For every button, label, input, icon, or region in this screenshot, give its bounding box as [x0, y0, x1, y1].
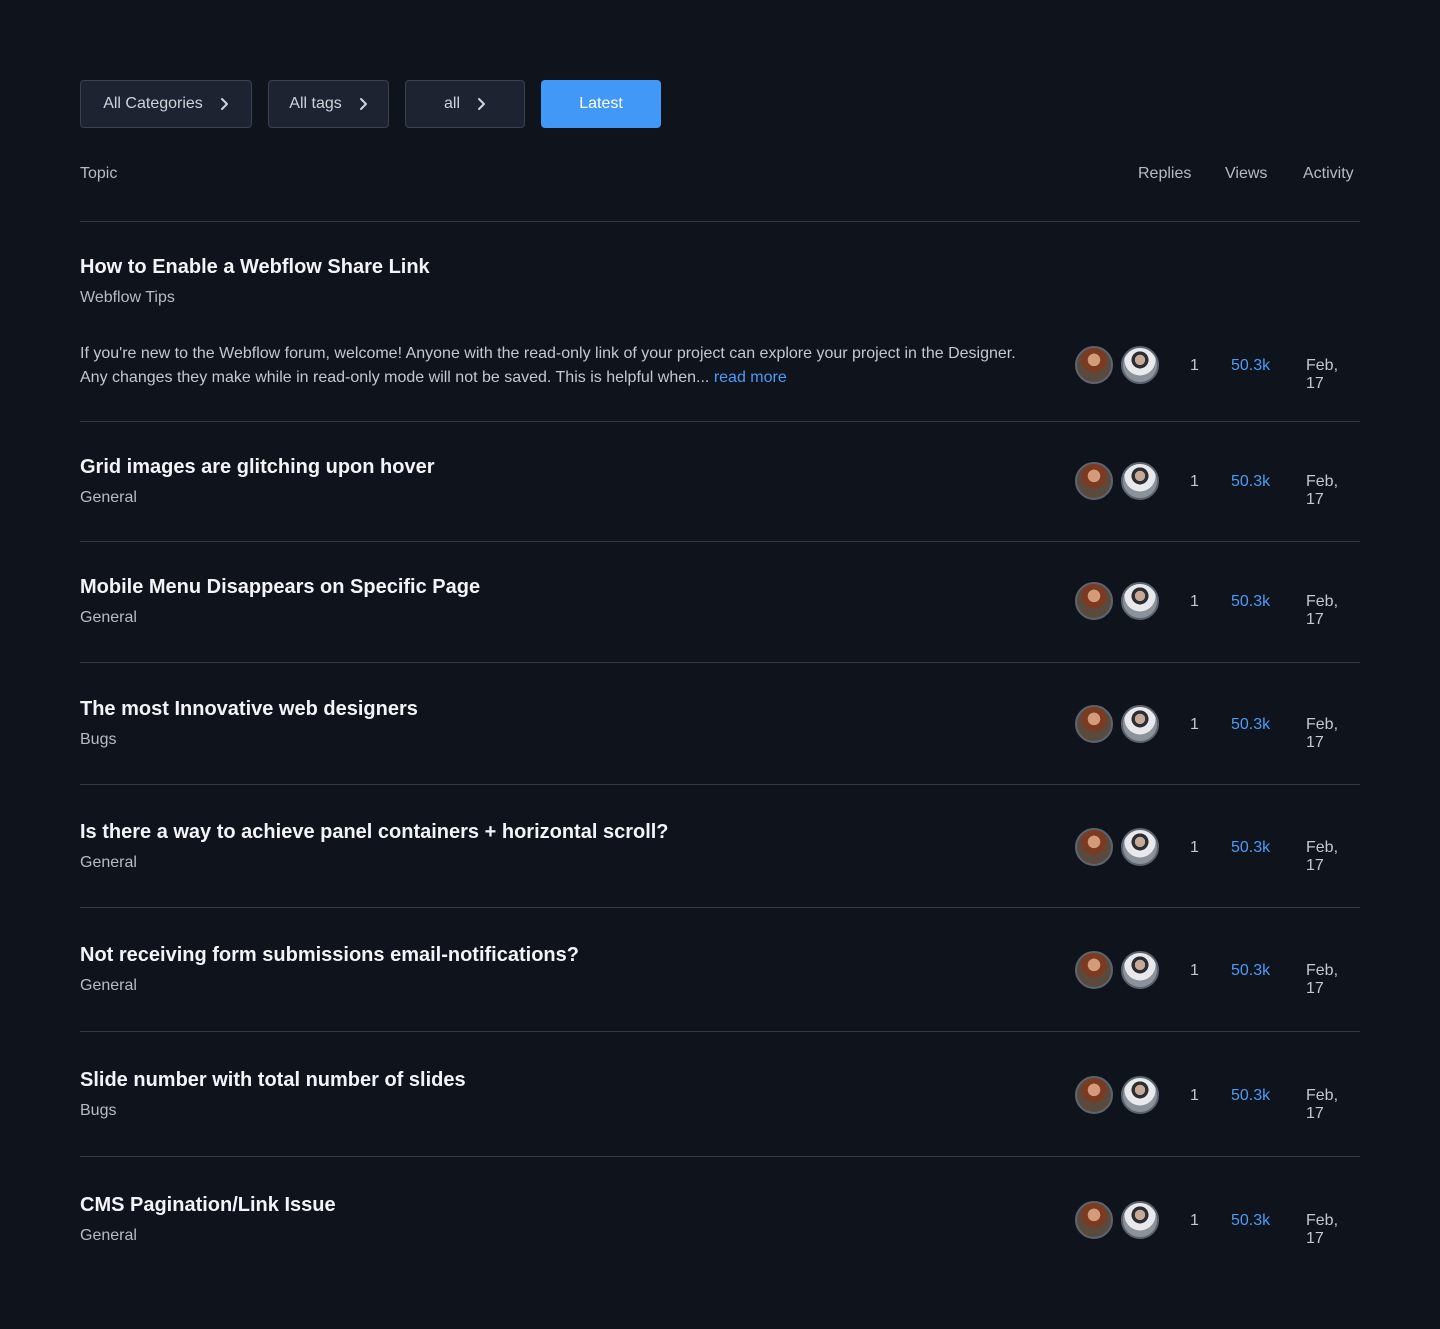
table-row[interactable]: Slide number with total number of slides… — [80, 1032, 1360, 1157]
replies-count: 1 — [1190, 962, 1199, 979]
table-row[interactable]: Not receiving form submissions email-not… — [80, 908, 1360, 1032]
participants — [1075, 462, 1159, 500]
header-activity[interactable]: Activity — [1303, 165, 1354, 183]
replies-count: 1 — [1190, 357, 1199, 374]
read-more-link[interactable]: read more — [714, 369, 787, 386]
replies-count: 1 — [1190, 1212, 1199, 1229]
topic-category[interactable]: General — [80, 1227, 137, 1245]
activity-date: Feb, 17 — [1306, 1212, 1339, 1247]
views-count: 50.3k — [1231, 962, 1271, 979]
topic-title[interactable]: Slide number with total number of slides — [80, 1069, 466, 1092]
avatar[interactable] — [1075, 462, 1113, 500]
latest-button[interactable]: Latest — [541, 80, 661, 128]
participants — [1075, 1201, 1159, 1239]
topic-title[interactable]: Not receiving form submissions email-not… — [80, 944, 579, 967]
avatar[interactable] — [1075, 1076, 1113, 1114]
tags-filter-label: All tags — [289, 95, 342, 112]
avatar[interactable] — [1121, 346, 1159, 384]
avatar[interactable] — [1075, 705, 1113, 743]
avatar[interactable] — [1121, 1076, 1159, 1114]
avatar[interactable] — [1121, 462, 1159, 500]
topic-category[interactable]: General — [80, 977, 137, 995]
activity-date: Feb, 17 — [1306, 962, 1339, 997]
header-replies[interactable]: Replies — [1138, 165, 1191, 183]
replies-count: 1 — [1190, 473, 1199, 490]
header-topic: Topic — [80, 165, 118, 182]
table-row[interactable]: How to Enable a Webflow Share Link Webfl… — [80, 222, 1360, 422]
excerpt-text: If you're new to the Webflow forum, welc… — [80, 345, 1016, 386]
chevron-right-icon — [478, 98, 485, 110]
views-count: 50.3k — [1231, 716, 1271, 733]
categories-filter-label: All Categories — [103, 95, 203, 112]
participants — [1075, 951, 1159, 989]
avatar[interactable] — [1075, 828, 1113, 866]
topic-category[interactable]: Bugs — [80, 1102, 116, 1120]
avatar[interactable] — [1121, 828, 1159, 866]
avatar[interactable] — [1121, 951, 1159, 989]
avatar[interactable] — [1075, 582, 1113, 620]
avatar[interactable] — [1121, 705, 1159, 743]
views-count: 50.3k — [1231, 593, 1271, 610]
replies-count: 1 — [1190, 1087, 1199, 1104]
categories-filter-button[interactable]: All Categories — [80, 80, 252, 128]
activity-date: Feb, 17 — [1306, 473, 1339, 508]
views-count: 50.3k — [1231, 357, 1271, 374]
activity-date: Feb, 17 — [1306, 839, 1339, 874]
activity-date: Feb, 17 — [1306, 1087, 1339, 1122]
topic-category[interactable]: General — [80, 489, 137, 507]
activity-date: Feb, 17 — [1306, 716, 1339, 751]
all-filter-label: all — [443, 95, 460, 112]
views-count: 50.3k — [1231, 473, 1271, 490]
forum-page: All Categories All tags all Latest Topic… — [0, 0, 1440, 1329]
topic-excerpt: If you're new to the Webflow forum, welc… — [80, 342, 1040, 390]
table-row[interactable]: Mobile Menu Disappears on Specific Page … — [80, 542, 1360, 663]
topic-category[interactable]: General — [80, 609, 137, 627]
participants — [1075, 705, 1159, 743]
topic-title[interactable]: Grid images are glitching upon hover — [80, 456, 435, 479]
views-count: 50.3k — [1231, 1087, 1271, 1104]
table-row[interactable]: The most Innovative web designers Bugs 1… — [80, 663, 1360, 785]
tags-filter-button[interactable]: All tags — [268, 80, 389, 128]
table-row[interactable]: Is there a way to achieve panel containe… — [80, 785, 1360, 908]
topic-title[interactable]: Is there a way to achieve panel containe… — [80, 821, 669, 844]
table-row[interactable]: Grid images are glitching upon hover Gen… — [80, 422, 1360, 542]
replies-count: 1 — [1190, 716, 1199, 733]
replies-count: 1 — [1190, 839, 1199, 856]
table-row[interactable]: CMS Pagination/Link Issue General 1 50.3… — [80, 1157, 1360, 1282]
topic-category[interactable]: Webflow Tips — [80, 289, 175, 307]
avatar[interactable] — [1121, 582, 1159, 620]
table-header: Topic Replies Views Activity — [80, 128, 1360, 222]
topic-title[interactable]: Mobile Menu Disappears on Specific Page — [80, 576, 480, 599]
filter-bar: All Categories All tags all Latest — [80, 80, 1360, 128]
participants — [1075, 346, 1159, 384]
avatar[interactable] — [1121, 1201, 1159, 1239]
topic-title[interactable]: CMS Pagination/Link Issue — [80, 1194, 336, 1217]
avatar[interactable] — [1075, 346, 1113, 384]
participants — [1075, 582, 1159, 620]
chevron-right-icon — [220, 98, 228, 110]
activity-date: Feb, 17 — [1306, 357, 1339, 392]
views-count: 50.3k — [1231, 839, 1271, 856]
views-count: 50.3k — [1231, 1212, 1271, 1229]
replies-count: 1 — [1190, 593, 1199, 610]
chevron-right-icon — [359, 98, 367, 110]
participants — [1075, 828, 1159, 866]
topic-category[interactable]: Bugs — [80, 731, 116, 749]
activity-date: Feb, 17 — [1306, 593, 1339, 628]
topic-title[interactable]: How to Enable a Webflow Share Link — [80, 256, 430, 279]
avatar[interactable] — [1075, 951, 1113, 989]
all-filter-button[interactable]: all — [405, 80, 525, 128]
topic-title[interactable]: The most Innovative web designers — [80, 698, 418, 721]
topic-category[interactable]: General — [80, 854, 137, 872]
participants — [1075, 1076, 1159, 1114]
avatar[interactable] — [1075, 1201, 1113, 1239]
header-views[interactable]: Views — [1225, 165, 1267, 183]
